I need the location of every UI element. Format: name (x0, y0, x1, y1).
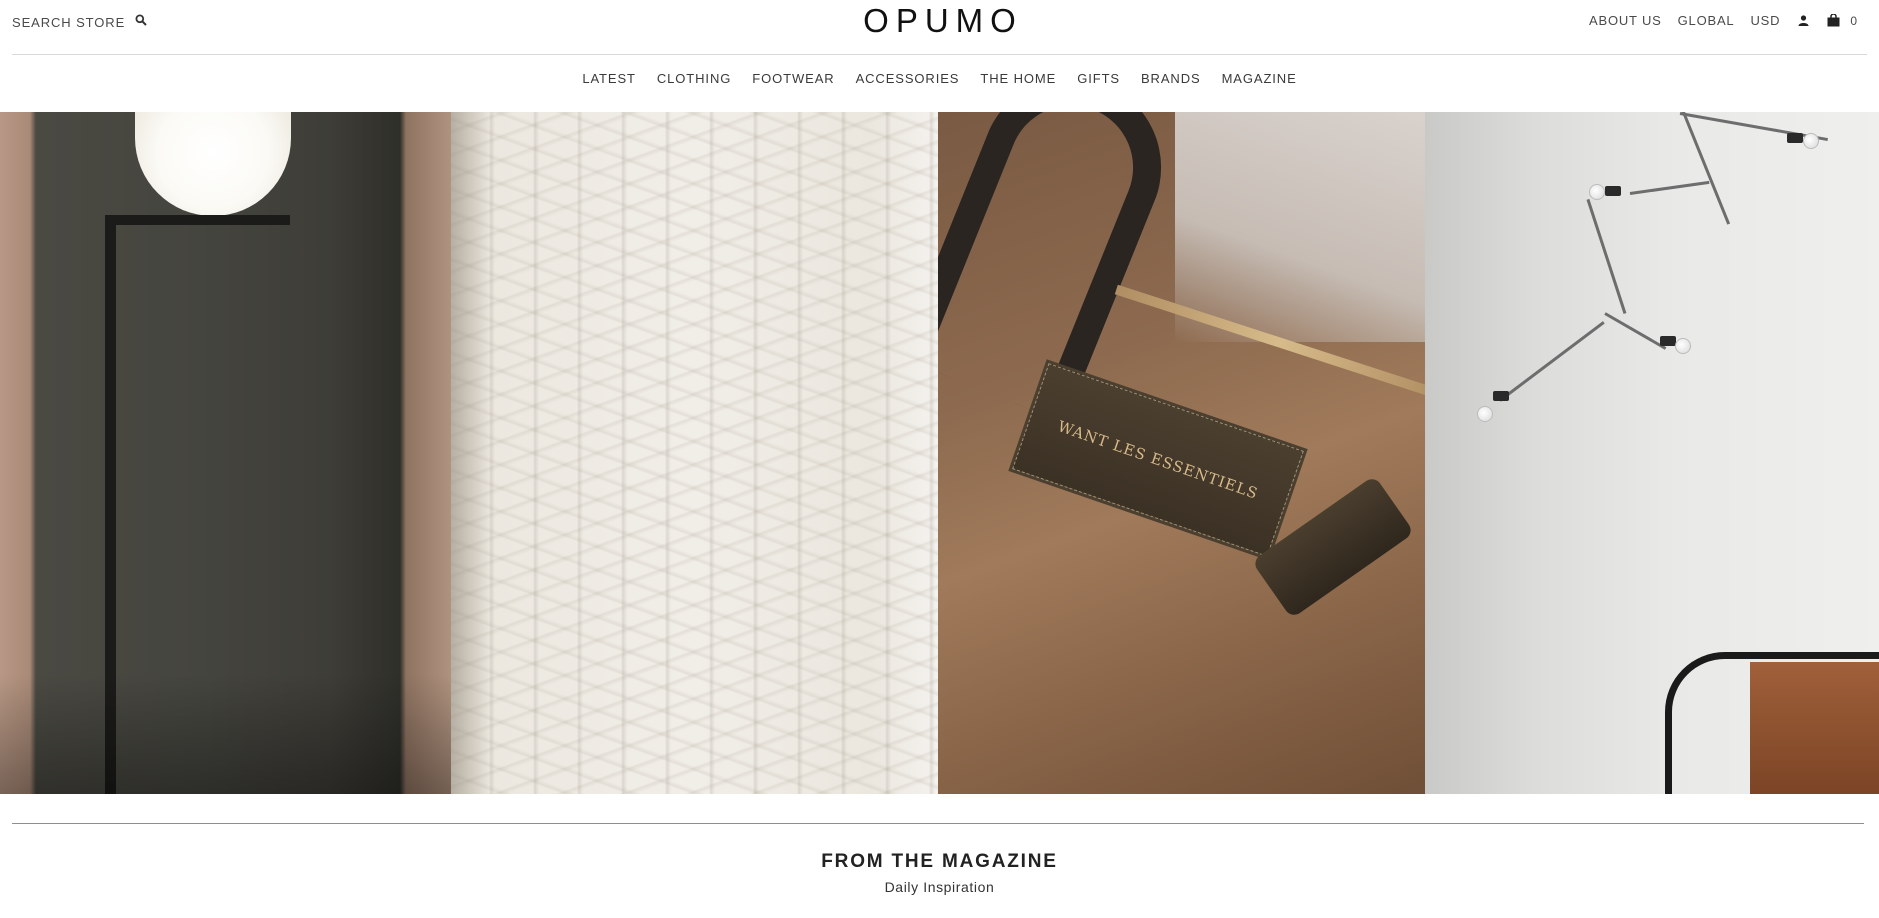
bag-brand-patch: WANT LES ESSENTIELS (1008, 357, 1308, 563)
nav-footwear[interactable]: FOOTWEAR (752, 71, 834, 86)
nav-magazine[interactable]: MAGAZINE (1222, 71, 1297, 86)
lamp-globe (135, 112, 291, 216)
chandelier-bulb (1803, 133, 1819, 149)
chandelier-bulb (1589, 184, 1605, 200)
lamp-arm (105, 215, 290, 225)
nav-accessories[interactable]: ACCESSORIES (856, 71, 960, 86)
about-us-link[interactable]: ABOUT US (1589, 13, 1662, 28)
chandelier-bulb (1477, 406, 1493, 422)
bag-patch-text: WANT LES ESSENTIELS (1055, 417, 1261, 503)
nav-clothing[interactable]: CLOTHING (657, 71, 731, 86)
chair-frame (1665, 652, 1879, 794)
hero-panel-knit-sweater[interactable] (451, 112, 938, 794)
region-selector[interactable]: GLOBAL (1678, 13, 1735, 28)
main-nav: LATEST CLOTHING FOOTWEAR ACCESSORIES THE… (0, 71, 1879, 86)
currency-selector[interactable]: USD (1750, 13, 1780, 28)
header-divider (12, 54, 1867, 55)
magazine-divider (12, 823, 1864, 824)
nav-gifts[interactable]: GIFTS (1077, 71, 1120, 86)
hero-panel-floor-lamp[interactable] (0, 112, 451, 794)
shopping-bag-icon[interactable] (1826, 14, 1840, 28)
account-icon[interactable] (1796, 14, 1810, 28)
nav-the-home[interactable]: THE HOME (980, 71, 1056, 86)
cart-count[interactable]: 0 (1850, 14, 1857, 28)
magazine-section-title: FROM THE MAGAZINE (821, 851, 1058, 872)
hero-banner: WANT LES ESSENTIELS (0, 112, 1879, 794)
hero-panel-leather-bag[interactable]: WANT LES ESSENTIELS (938, 112, 1425, 794)
nav-latest[interactable]: LATEST (582, 71, 636, 86)
nav-brands[interactable]: BRANDS (1141, 71, 1201, 86)
utility-nav: ABOUT US GLOBAL USD 0 (1589, 13, 1857, 28)
chandelier-bulb (1675, 338, 1691, 354)
site-header: SEARCH STORE OPUMO ABOUT US GLOBAL USD 0 (0, 0, 1879, 54)
hero-panel-chandelier[interactable] (1425, 112, 1879, 794)
magazine-section-subtitle: Daily Inspiration (884, 879, 995, 895)
